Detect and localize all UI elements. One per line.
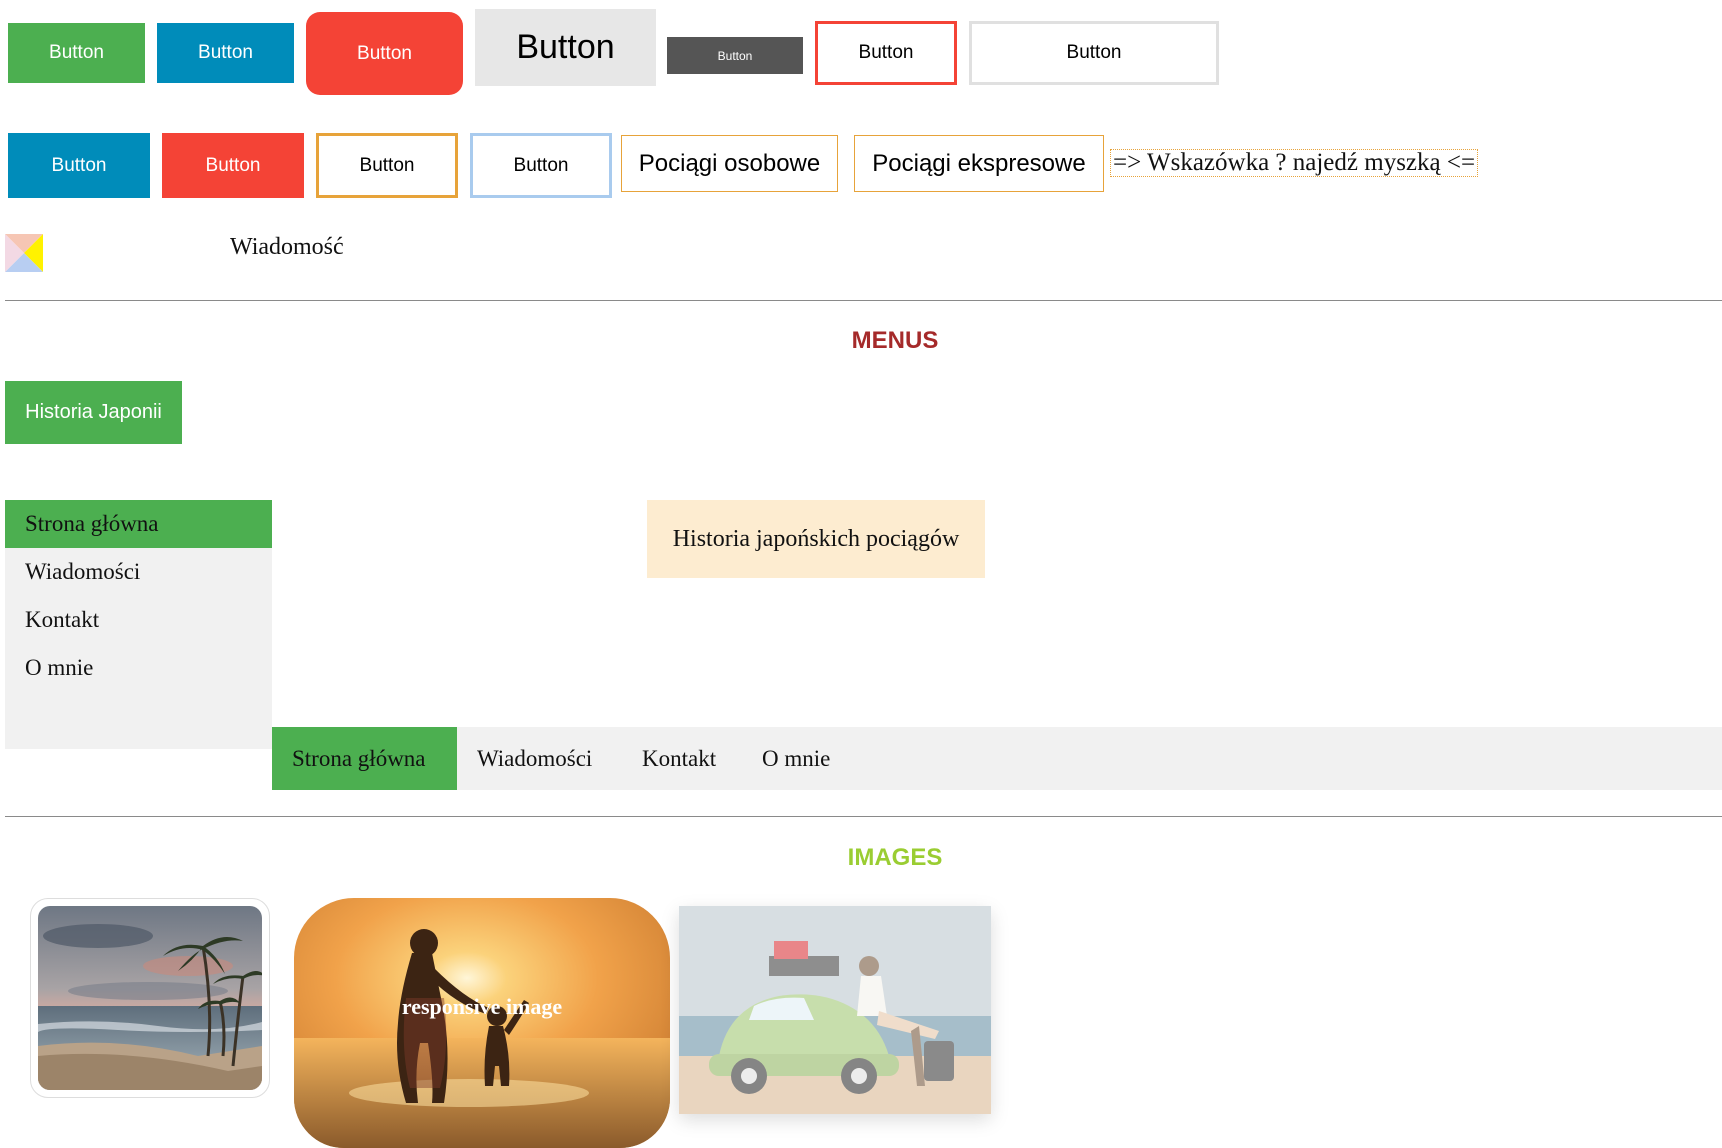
button-green[interactable]: Button — [8, 23, 145, 83]
beach-thumbnail — [30, 898, 270, 1098]
divider — [5, 300, 1722, 301]
button-red-rounded[interactable]: Button — [306, 12, 463, 95]
button-blue[interactable]: Button — [157, 23, 294, 83]
passenger-trains-button[interactable]: Pociągi osobowe — [621, 135, 838, 192]
button-red-outline[interactable]: Button — [815, 21, 957, 85]
dropdown-button[interactable]: Historia Japonii — [5, 381, 182, 444]
horizontal-menu-item-contact[interactable]: Kontakt — [622, 727, 736, 790]
images-title: IMAGES — [847, 844, 943, 871]
button-gray-outline-wide[interactable]: Button — [969, 21, 1219, 85]
button-red-2[interactable]: Button — [162, 133, 304, 198]
horizontal-menu-item-news[interactable]: Wiadomości — [457, 727, 612, 790]
horizontal-menu-item-home[interactable]: Strona główna — [272, 727, 457, 790]
message-text: Wiadomość — [230, 234, 344, 260]
button-small-dark[interactable]: Button — [667, 37, 803, 74]
button-large-gray[interactable]: Button — [475, 9, 656, 86]
broken-image-icon — [5, 234, 43, 272]
beach-photo — [38, 906, 262, 1090]
history-box[interactable]: Historia japońskich pociągów — [647, 500, 985, 578]
vintage-car-image — [679, 906, 991, 1114]
vertical-menu-item-news[interactable]: Wiadomości — [5, 548, 272, 596]
menus-title: MENUS — [851, 327, 939, 354]
button-orange-outline[interactable]: Button — [316, 133, 458, 198]
image-caption: responsive image — [401, 994, 563, 1019]
sunset-family-image: responsive image — [294, 898, 670, 1148]
button-blue-2[interactable]: Button — [8, 133, 150, 198]
vertical-menu-item-home[interactable]: Strona główna — [5, 500, 272, 548]
vertical-menu-item-contact[interactable]: Kontakt — [5, 596, 272, 644]
tooltip-trigger[interactable]: => Wskazówka ? najedź myszką <= — [1110, 149, 1479, 177]
divider — [5, 816, 1722, 817]
button-lightblue-outline[interactable]: Button — [470, 133, 612, 198]
vertical-menu-item-about[interactable]: O mnie — [5, 644, 272, 692]
express-trains-button[interactable]: Pociągi ekspresowe — [854, 135, 1104, 192]
horizontal-menu-item-about[interactable]: O mnie — [742, 727, 850, 790]
